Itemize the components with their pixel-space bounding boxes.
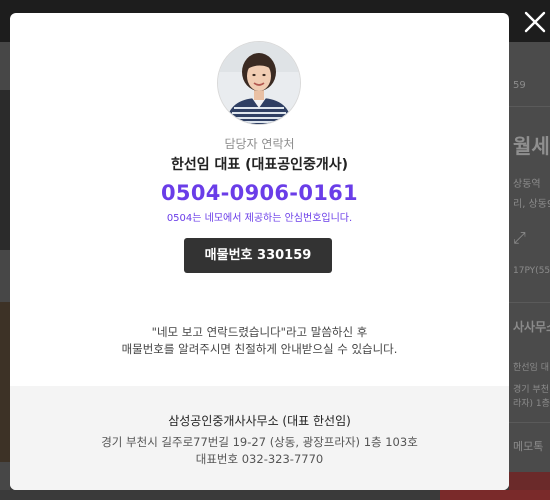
contact-label: 담당자 연락처 [224, 137, 295, 151]
phone-note: 0504는 네모에서 제공하는 안심번호입니다. [166, 213, 353, 224]
guide-line: 매물번호를 알려주시면 친절하게 안내받으실 수 있습니다. [121, 342, 398, 356]
background-text: 경기 부천 [513, 385, 549, 395]
office-phone: 대표번호 032-323-7770 [195, 452, 324, 466]
agent-avatar [217, 41, 301, 125]
divider [509, 302, 550, 303]
background-text: 메모톡 [513, 440, 544, 453]
office-name: 삼성공인중개사사무소 (대표 한선임) [168, 414, 351, 428]
background-text: 월세 3 [513, 134, 550, 158]
background-text: 17PY(55. [513, 266, 550, 276]
expand-icon: ⤢ [513, 228, 526, 247]
agent-name: 한선임 대표 (대표공인중개사) [170, 157, 349, 173]
background-left-column [0, 42, 10, 500]
listing-number-button[interactable]: 매물번호 330159 [184, 238, 332, 273]
background-text: 리, 상동9 [513, 199, 550, 210]
agent-contact-modal: 담당자 연락처 한선임 대표 (대표공인중개사) 0504-0906-0161 … [10, 13, 509, 490]
background-text: 59 [513, 80, 526, 91]
divider [509, 422, 550, 423]
background-photo [0, 302, 10, 462]
close-icon[interactable] [521, 8, 549, 36]
background-text: 라자) 1층 [513, 399, 550, 409]
background-text: 한선임 대 [513, 363, 549, 373]
divider [509, 106, 550, 107]
guide-line: "네모 보고 연락드렸습니다"라고 말씀하신 후 [151, 325, 368, 339]
background-action-button [440, 490, 550, 500]
background-text: 사사무소 [513, 320, 550, 334]
background-detail-panel: 59 월세 3 상동역 리, 상동9 ⤢ 17PY(55. 사사무소 한선임 대… [509, 42, 550, 500]
background-bottom-strip [0, 490, 550, 500]
office-address: 경기 부천시 길주로77번길 19-27 (상동, 광장프라자) 1층 103호 [101, 435, 418, 449]
phone-number[interactable]: 0504-0906-0161 [10, 181, 509, 205]
office-info: 삼성공인중개사사무소 (대표 한선임) 경기 부천시 길주로77번길 19-27… [10, 386, 509, 490]
guide-text: "네모 보고 연락드렸습니다"라고 말씀하신 후 매물번호를 알려주시면 친절하… [10, 324, 509, 358]
background-text: 상동역 [513, 179, 541, 190]
background-photo [0, 90, 10, 250]
